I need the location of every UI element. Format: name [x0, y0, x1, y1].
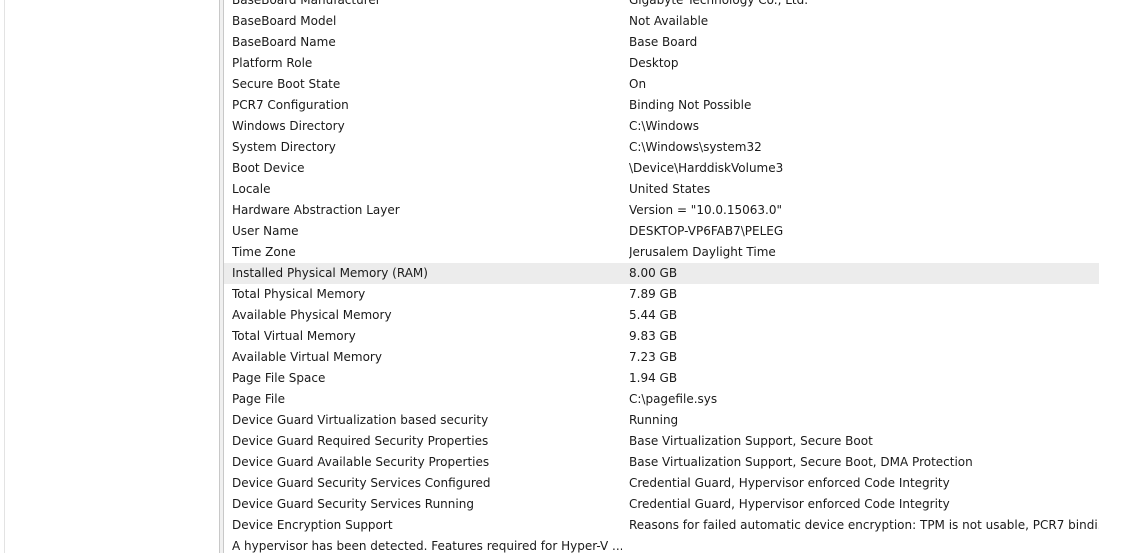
item-cell: Device Guard Required Security Propertie… [232, 434, 489, 448]
table-row[interactable]: Total Virtual Memory 9.83 GB [224, 326, 1099, 347]
item-cell: PCR7 Configuration [232, 98, 349, 112]
table-row[interactable]: BaseBoard Name Base Board [224, 32, 1099, 53]
value-cell: 8.00 GB [629, 266, 678, 280]
item-cell: Total Physical Memory [232, 287, 366, 301]
system-summary-list[interactable]: BaseBoard Manufacturer Gigabyte Technolog… [223, 0, 1121, 553]
value-cell: Base Virtualization Support, Secure Boot [629, 434, 873, 448]
value-cell: On [629, 77, 647, 91]
table-row[interactable]: Boot Device \Device\HarddiskVolume3 [224, 158, 1099, 179]
table-row[interactable]: Time Zone Jerusalem Daylight Time [224, 242, 1099, 263]
value-cell: Version = "10.0.15063.0" [629, 203, 783, 217]
item-cell: Boot Device [232, 161, 305, 175]
tree-pane-border [4, 0, 5, 553]
table-row[interactable]: Total Physical Memory 7.89 GB [224, 284, 1099, 305]
item-cell: Platform Role [232, 56, 313, 70]
table-row[interactable]: Platform Role Desktop [224, 53, 1099, 74]
item-cell: BaseBoard Name [232, 35, 336, 49]
item-cell: Hardware Abstraction Layer [232, 203, 400, 217]
item-cell: Device Guard Available Security Properti… [232, 455, 490, 469]
table-row[interactable]: Secure Boot State On [224, 74, 1099, 95]
table-row[interactable]: Device Guard Security Services Running Cr… [224, 494, 1099, 515]
table-row[interactable]: Available Physical Memory 5.44 GB [224, 305, 1099, 326]
item-cell: Windows Directory [232, 119, 345, 133]
value-cell: Base Virtualization Support, Secure Boot… [629, 455, 973, 469]
table-row[interactable]: Device Encryption Support Reasons for fai… [224, 515, 1099, 536]
table-row[interactable]: Available Virtual Memory 7.23 GB [224, 347, 1099, 368]
value-cell: C:\Windows\system32 [629, 140, 762, 154]
value-cell: Running [629, 413, 679, 427]
item-cell: Available Physical Memory [232, 308, 392, 322]
value-cell: Gigabyte Technology Co., Ltd. [629, 0, 809, 7]
table-row[interactable]: Windows Directory C:\Windows [224, 116, 1099, 137]
table-row[interactable]: BaseBoard Model Not Available [224, 11, 1099, 32]
table-row[interactable]: Device Guard Available Security Properti… [224, 452, 1099, 473]
table-row[interactable]: BaseBoard Manufacturer Gigabyte Technolog… [224, 0, 1099, 11]
value-cell: 7.89 GB [629, 287, 678, 301]
value-cell: DESKTOP-VP6FAB7\PELEG [629, 224, 784, 238]
item-cell: A hypervisor has been detected. Features… [232, 539, 622, 553]
item-cell: Installed Physical Memory (RAM) [232, 266, 428, 280]
value-cell: Credential Guard, Hypervisor enforced Co… [629, 476, 950, 490]
item-cell: Device Guard Security Services Configure… [232, 476, 491, 490]
category-tree-pane[interactable] [0, 0, 220, 553]
table-row[interactable]: Page File C:\pagefile.sys [224, 389, 1099, 410]
item-cell: Device Guard Virtualization based securi… [232, 413, 489, 427]
summary-rows: BaseBoard Manufacturer Gigabyte Technolog… [224, 0, 1099, 553]
value-cell: Reasons for failed automatic device encr… [629, 518, 1099, 532]
item-cell: Secure Boot State [232, 77, 341, 91]
value-cell: Not Available [629, 14, 709, 28]
value-cell: C:\pagefile.sys [629, 392, 718, 406]
item-cell: Device Encryption Support [232, 518, 393, 532]
item-cell: Locale [232, 182, 271, 196]
table-row[interactable]: Page File Space 1.94 GB [224, 368, 1099, 389]
value-cell: C:\Windows [629, 119, 700, 133]
table-row[interactable]: System Directory C:\Windows\system32 [224, 137, 1099, 158]
value-cell: 5.44 GB [629, 308, 678, 322]
value-cell: 7.23 GB [629, 350, 678, 364]
item-cell: BaseBoard Manufacturer [232, 0, 381, 7]
table-row[interactable]: Device Guard Required Security Propertie… [224, 431, 1099, 452]
value-cell: Desktop [629, 56, 679, 70]
value-cell: \Device\HarddiskVolume3 [629, 161, 784, 175]
table-row[interactable]: Device Guard Security Services Configure… [224, 473, 1099, 494]
item-cell: BaseBoard Model [232, 14, 337, 28]
value-cell: Binding Not Possible [629, 98, 752, 112]
item-cell: Device Guard Security Services Running [232, 497, 474, 511]
table-row[interactable]: Hardware Abstraction Layer Version = "10.… [224, 200, 1099, 221]
table-row[interactable]: PCR7 Configuration Binding Not Possible [224, 95, 1099, 116]
value-cell: United States [629, 182, 711, 196]
table-row[interactable]: Installed Physical Memory (RAM) 8.00 GB [224, 263, 1099, 284]
item-cell: Available Virtual Memory [232, 350, 382, 364]
value-cell: Credential Guard, Hypervisor enforced Co… [629, 497, 950, 511]
value-cell: 9.83 GB [629, 329, 678, 343]
table-row[interactable]: User Name DESKTOP-VP6FAB7\PELEG [224, 221, 1099, 242]
table-row[interactable]: Locale United States [224, 179, 1099, 200]
table-row[interactable]: A hypervisor has been detected. Features… [224, 536, 1099, 553]
value-cell: 1.94 GB [629, 371, 678, 385]
item-cell: Time Zone [232, 245, 296, 259]
item-cell: User Name [232, 224, 299, 238]
item-cell: Total Virtual Memory [232, 329, 356, 343]
value-cell: Jerusalem Daylight Time [629, 245, 776, 259]
item-cell: Page File Space [232, 371, 326, 385]
item-cell: System Directory [232, 140, 336, 154]
table-row[interactable]: Device Guard Virtualization based securi… [224, 410, 1099, 431]
item-cell: Page File [232, 392, 285, 406]
value-cell: Base Board [629, 35, 698, 49]
